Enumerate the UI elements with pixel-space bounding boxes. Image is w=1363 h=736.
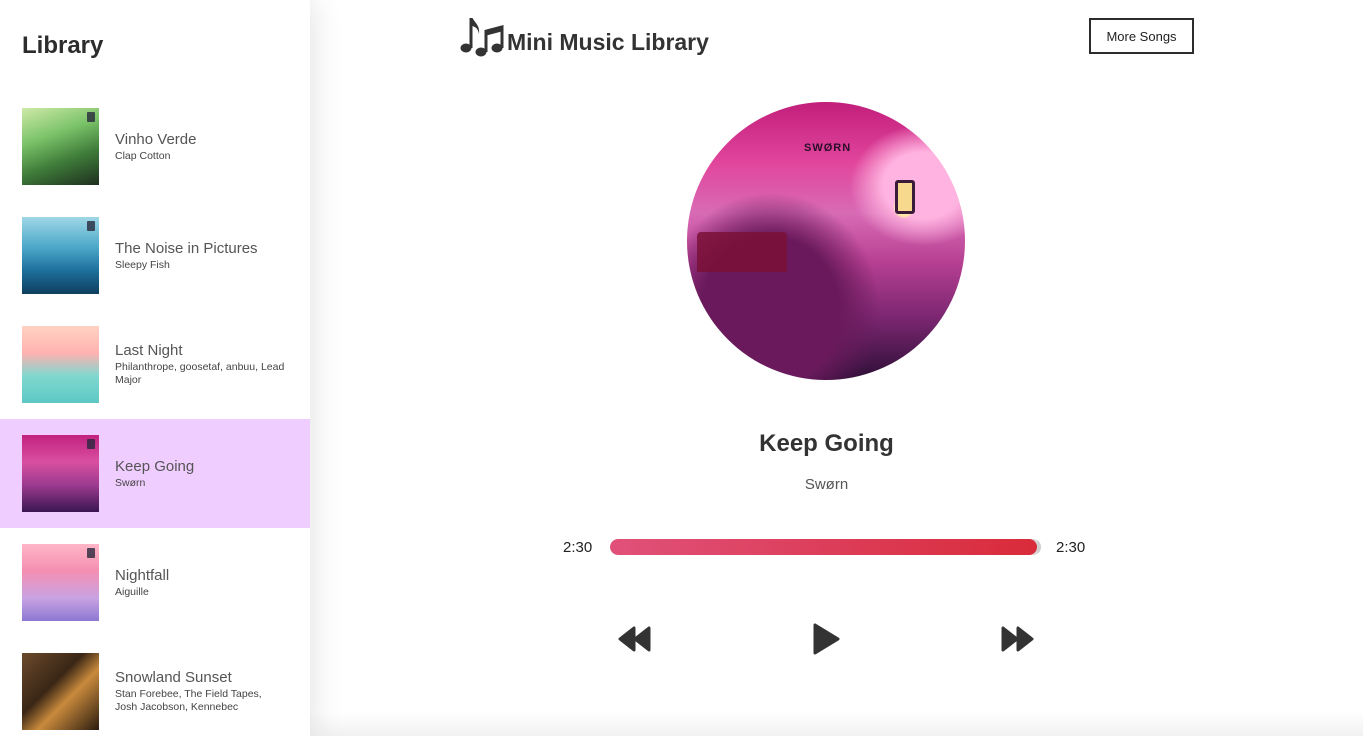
song-item-snowland-sunset[interactable]: Snowland Sunset Stan Forebee, The Field … bbox=[0, 637, 310, 736]
song-name: Last Night bbox=[115, 342, 183, 359]
app-title: Mini Music Library bbox=[507, 28, 709, 55]
song-artist: Clap Cotton bbox=[115, 149, 171, 162]
skip-forward-icon bbox=[1001, 626, 1034, 652]
current-time: 2:30 bbox=[563, 539, 593, 556]
brand: Mini Music Library bbox=[460, 16, 709, 58]
song-name: Keep Going bbox=[115, 457, 195, 475]
music-notes-icon bbox=[460, 18, 504, 57]
song-artist: Aiguille bbox=[115, 585, 149, 598]
library-sidebar: Library Vinho Verde Clap Cotton The Nois… bbox=[0, 0, 310, 736]
song-item-the-noise-in-pictures[interactable]: The Noise in Pictures Sleepy Fish bbox=[0, 201, 310, 310]
album-art: SWØRN bbox=[687, 102, 965, 380]
progress-thumb[interactable] bbox=[1036, 539, 1041, 555]
album-cover bbox=[22, 653, 99, 730]
skip-forward-button[interactable] bbox=[998, 620, 1036, 658]
song-artist: Sleepy Fish bbox=[115, 258, 170, 271]
song-item-last-night[interactable]: Last Night Philanthrope, goosetaf, anbuu… bbox=[0, 310, 310, 419]
album-art-text: SWØRN bbox=[804, 142, 852, 154]
song-item-keep-going[interactable]: Keep Going Swørn bbox=[0, 419, 310, 528]
song-name: The Noise in Pictures bbox=[115, 239, 258, 257]
duration-time: 2:30 bbox=[1056, 539, 1086, 556]
album-cover bbox=[22, 544, 99, 621]
progress-bar[interactable] bbox=[610, 539, 1041, 555]
album-cover bbox=[22, 217, 99, 294]
play-button[interactable] bbox=[808, 620, 844, 658]
track-artist: Swørn bbox=[804, 476, 849, 493]
song-name: Nightfall bbox=[115, 566, 170, 584]
song-item-vinho-verde[interactable]: Vinho Verde Clap Cotton bbox=[0, 92, 310, 201]
song-list: Vinho Verde Clap Cotton The Noise in Pic… bbox=[0, 92, 310, 736]
library-title: Library bbox=[22, 32, 104, 59]
album-cover bbox=[22, 326, 99, 403]
album-cover bbox=[22, 435, 99, 512]
progress-fill bbox=[610, 539, 1037, 555]
song-artist: Philanthrope, goosetaf, anbuu, Lead Majo… bbox=[115, 361, 285, 386]
play-icon bbox=[813, 623, 840, 655]
song-artist: Stan Forebee, The Field Tapes, Josh Jaco… bbox=[115, 688, 262, 713]
song-item-nightfall[interactable]: Nightfall Aiguille bbox=[0, 528, 310, 637]
song-artist: Swørn bbox=[115, 476, 146, 489]
skip-back-button[interactable] bbox=[616, 620, 654, 658]
album-cover bbox=[22, 108, 99, 185]
song-name: Vinho Verde bbox=[115, 130, 197, 148]
skip-back-icon bbox=[618, 626, 651, 652]
track-title: Keep Going bbox=[759, 430, 894, 457]
song-name: Snowland Sunset bbox=[115, 669, 232, 686]
more-songs-button[interactable]: More Songs bbox=[1089, 18, 1194, 54]
